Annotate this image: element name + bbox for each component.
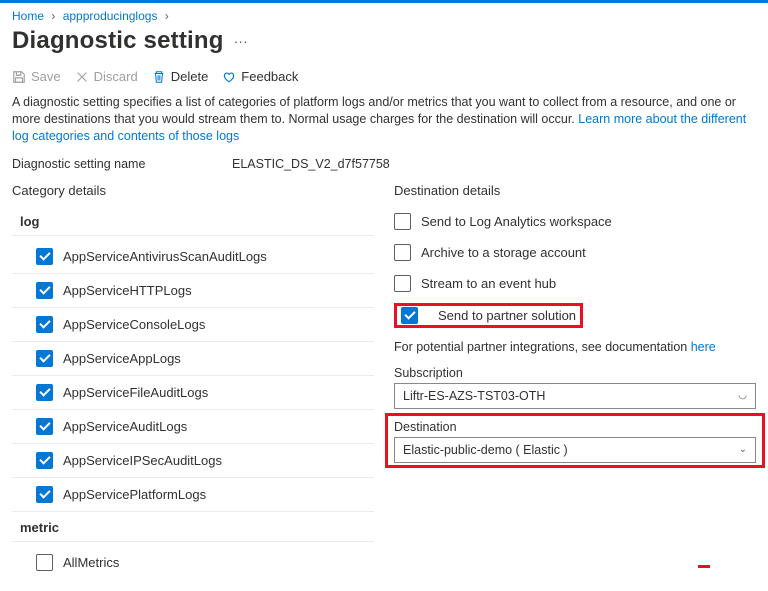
delete-button[interactable]: Delete [152,69,209,84]
log-row: AppServiceConsoleLogs [12,308,374,342]
log-row: AppServiceFileAuditLogs [12,376,374,410]
dest-label: Send to partner solution [438,308,576,323]
dest-label: Archive to a storage account [421,245,586,260]
close-icon [75,70,89,84]
log-label: AppServiceIPSecAuditLogs [63,453,222,468]
delete-icon [152,70,166,84]
log-row: AppServicePlatformLogs [12,478,374,512]
annotation-mark [698,565,710,568]
metric-row: AllMetrics [12,546,374,579]
destination-details-section: Destination details Send to Log Analytic… [394,183,756,579]
chevron-right-icon: › [51,9,55,23]
metric-label: AllMetrics [63,555,119,570]
partner-info-text: For potential partner integrations, see … [394,334,756,364]
checkbox[interactable] [36,452,53,469]
metric-subheading: metric [12,512,374,542]
checkbox[interactable] [394,244,411,261]
save-icon [12,70,26,84]
chevron-right-icon: › [165,9,169,23]
dest-label: Stream to an event hub [421,276,556,291]
destination-select[interactable]: Elastic-public-demo ( Elastic ) ⌄ [394,437,756,463]
log-label: AppServiceFileAuditLogs [63,385,208,400]
highlight-destination: Destination Elastic-public-demo ( Elasti… [385,413,765,468]
log-label: AppServiceAuditLogs [63,419,187,434]
feedback-button[interactable]: Feedback [222,69,298,84]
log-row: AppServiceAppLogs [12,342,374,376]
discard-button[interactable]: Discard [75,69,138,84]
breadcrumb: Home › appproducinglogs › [0,3,768,25]
category-details-heading: Category details [12,183,374,198]
checkbox[interactable] [394,275,411,292]
destination-value: Elastic-public-demo ( Elastic ) [403,443,568,457]
setting-name-value: ELASTIC_DS_V2_d7f57758 [232,157,390,171]
log-row: AppServiceAuditLogs [12,410,374,444]
command-bar: Save Discard Delete Feedback [0,65,768,94]
log-row: AppServiceAntivirusScanAuditLogs [12,240,374,274]
checkbox[interactable] [401,307,418,324]
checkbox[interactable] [36,316,53,333]
checkbox[interactable] [36,384,53,401]
loading-icon: ◡ [738,390,747,401]
destination-details-heading: Destination details [394,183,756,198]
subscription-select[interactable]: Liftr-ES-AZS-TST03-OTH ◡ [394,383,756,409]
dest-option-storage: Archive to a storage account [394,237,756,268]
dest-option-partner: Send to partner solution [401,307,576,324]
log-label: AppServiceConsoleLogs [63,317,205,332]
heart-icon [222,70,236,84]
setting-name-label: Diagnostic setting name [12,157,232,171]
save-button[interactable]: Save [12,69,61,84]
log-row: AppServiceIPSecAuditLogs [12,444,374,478]
checkbox[interactable] [36,418,53,435]
category-details-section: Category details log AppServiceAntivirus… [12,183,374,579]
more-actions-button[interactable]: ··· [234,33,248,49]
checkbox[interactable] [36,554,53,571]
checkbox[interactable] [36,248,53,265]
log-row: AppServiceHTTPLogs [12,274,374,308]
description-text: A diagnostic setting specifies a list of… [0,94,768,155]
checkbox[interactable] [36,486,53,503]
chevron-down-icon: ⌄ [739,444,747,455]
log-label: AppServiceAntivirusScanAuditLogs [63,249,267,264]
checkbox[interactable] [394,213,411,230]
log-label: AppServiceAppLogs [63,351,181,366]
log-subheading: log [12,206,374,236]
dest-option-eventhub: Stream to an event hub [394,268,756,299]
subscription-value: Liftr-ES-AZS-TST03-OTH [403,389,545,403]
highlight-partner: Send to partner solution [394,303,583,328]
log-label: AppServiceHTTPLogs [63,283,192,298]
page-title: Diagnostic setting [12,27,224,55]
checkbox[interactable] [36,282,53,299]
checkbox[interactable] [36,350,53,367]
dest-label: Send to Log Analytics workspace [421,214,612,229]
subscription-label: Subscription [394,364,756,383]
partner-doc-link[interactable]: here [691,340,716,354]
breadcrumb-resource[interactable]: appproducinglogs [63,9,158,23]
log-label: AppServicePlatformLogs [63,487,206,502]
breadcrumb-home[interactable]: Home [12,9,44,23]
destination-label: Destination [394,418,756,437]
dest-option-law: Send to Log Analytics workspace [394,206,756,237]
